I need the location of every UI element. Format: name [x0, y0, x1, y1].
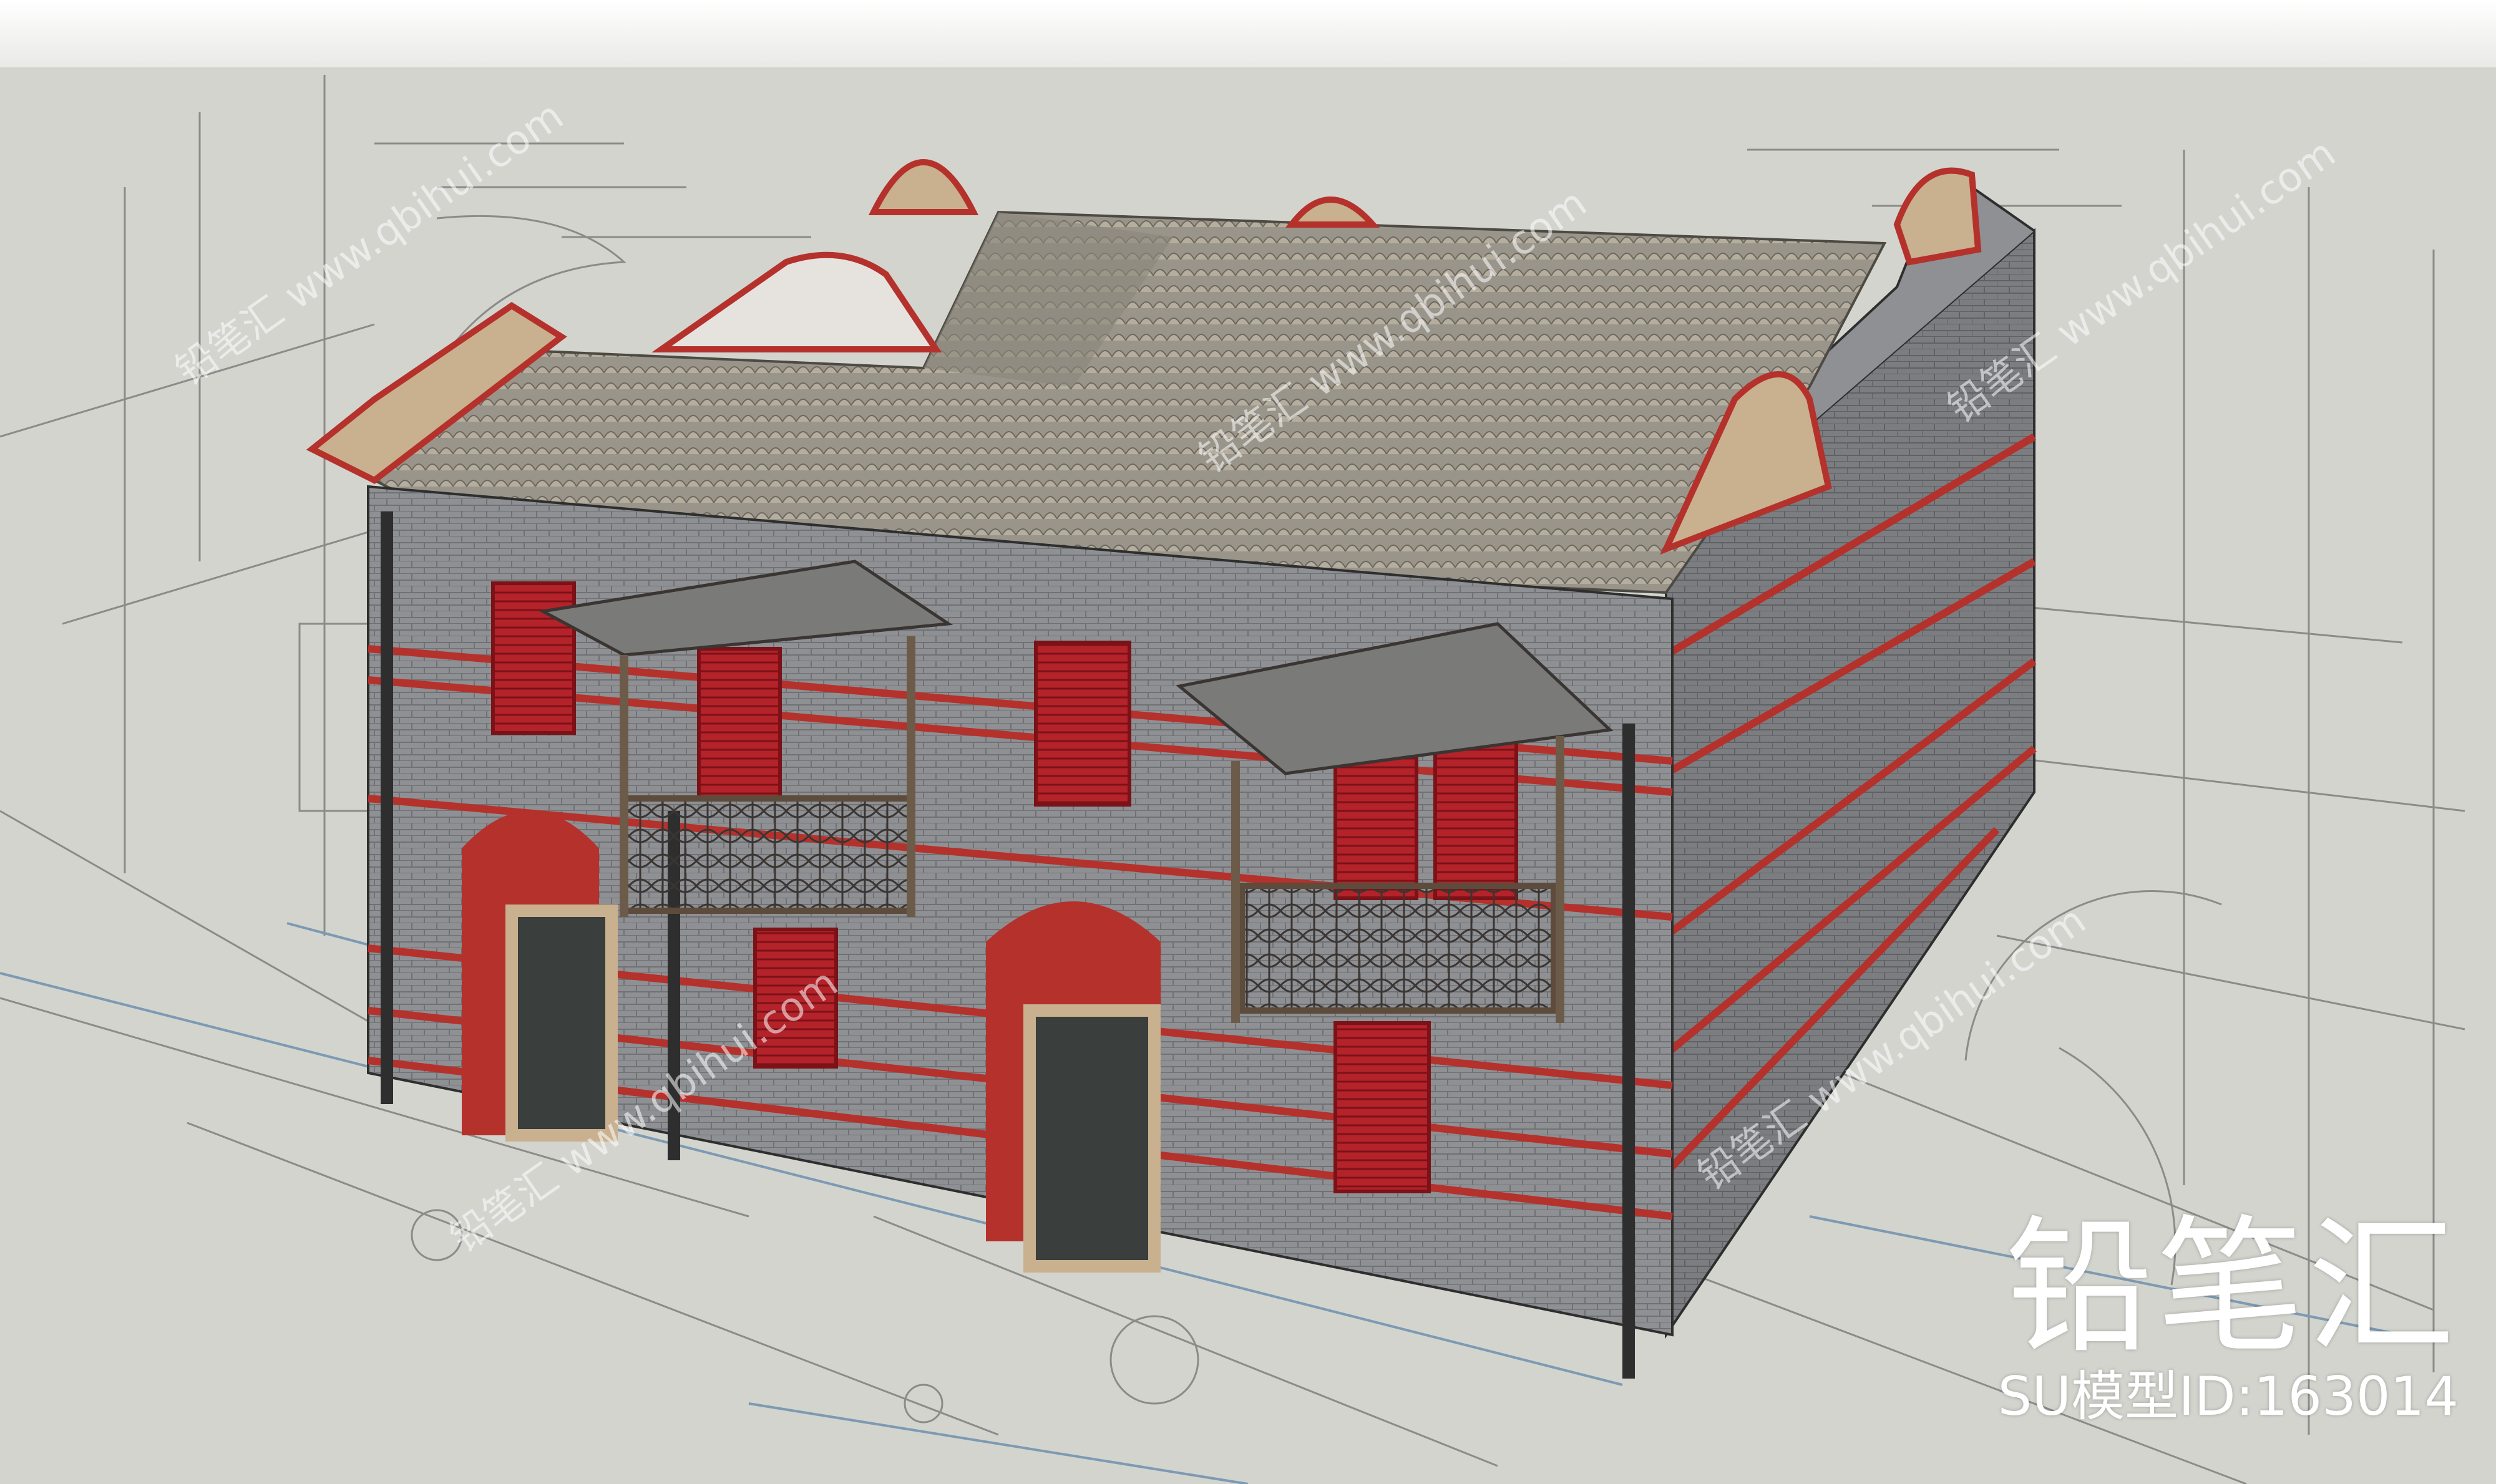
model-id-label: SU模型ID:163014	[1997, 1365, 2459, 1428]
brand-block: 铅笔汇 SU模型ID:163014	[1998, 1214, 2459, 1427]
brand-logo: 铅笔汇	[2005, 1201, 2459, 1374]
